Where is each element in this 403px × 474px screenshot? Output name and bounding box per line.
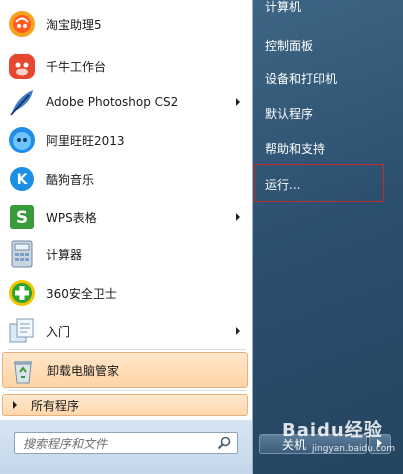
program-kugou[interactable]: K 酷狗音乐: [2, 161, 248, 197]
program-label: 千牛工作台: [46, 59, 107, 74]
program-label: 卸载电脑管家: [47, 363, 120, 378]
run-highlight-box: [254, 164, 384, 202]
program-uninstall-pc-manager[interactable]: 卸载电脑管家: [2, 352, 248, 388]
right-item-control-panel[interactable]: 控制面板: [259, 33, 389, 57]
right-item-devices-printers[interactable]: 设备和打印机: [259, 66, 389, 90]
program-label: Adobe Photoshop CS2: [46, 95, 179, 109]
right-item-default-programs[interactable]: 默认程序: [259, 101, 389, 125]
program-label: 入门: [46, 324, 71, 339]
program-wps-spreadsheet[interactable]: S WPS表格: [2, 199, 248, 235]
submenu-arrow-icon[interactable]: [236, 327, 240, 335]
shutdown-options-button[interactable]: [369, 434, 391, 454]
right-item-help-support[interactable]: 帮助和支持: [259, 136, 389, 160]
program-label: 阿里旺旺2013: [46, 133, 125, 148]
program-label: WPS表格: [46, 210, 97, 225]
calculator-icon: [6, 238, 38, 270]
program-photoshop[interactable]: Adobe Photoshop CS2: [2, 84, 248, 120]
start-menu-programs-panel: 淘宝助理5 千牛工作台 Adobe Photoshop CS2 阿里旺旺2013…: [0, 0, 253, 474]
getting-started-icon: [6, 315, 38, 347]
qianniu-icon: [6, 50, 38, 82]
recycle-bin-icon: [7, 354, 39, 386]
search-placeholder: 搜索程序和文件: [23, 436, 108, 451]
program-qianniu[interactable]: 千牛工作台: [2, 48, 248, 84]
360-security-icon: [6, 277, 38, 309]
shutdown-label: 关机: [282, 437, 307, 452]
divider: [8, 349, 246, 350]
photoshop-feather-icon: [6, 86, 38, 118]
taobao-assistant-icon: [6, 8, 38, 40]
program-taobao-assistant[interactable]: 淘宝助理5: [2, 6, 248, 42]
aliwangwang-icon: [6, 124, 38, 156]
submenu-arrow-icon[interactable]: [236, 213, 240, 221]
program-label: 360安全卫士: [46, 286, 117, 301]
wps-spreadsheet-icon: S: [6, 201, 38, 233]
search-icon[interactable]: [215, 434, 233, 452]
program-label: 计算器: [46, 247, 83, 262]
search-input[interactable]: 搜索程序和文件: [14, 432, 238, 454]
program-label: 淘宝助理5: [46, 17, 102, 32]
shutdown-button[interactable]: 关机: [259, 434, 367, 454]
kugou-icon: K: [6, 163, 38, 195]
right-item-computer[interactable]: 计算机: [259, 0, 389, 18]
chevron-right-icon: [376, 437, 384, 451]
all-programs-button[interactable]: 所有程序: [2, 394, 248, 416]
program-360-security[interactable]: 360安全卫士: [2, 275, 248, 311]
svg-text:K: K: [17, 172, 29, 188]
program-aliwangwang[interactable]: 阿里旺旺2013: [2, 122, 248, 158]
all-programs-label: 所有程序: [31, 398, 80, 413]
program-label: 酷狗音乐: [46, 172, 95, 187]
program-calculator[interactable]: 计算器: [2, 236, 248, 272]
program-getting-started[interactable]: 入门: [2, 313, 248, 349]
expand-arrow-icon: [13, 401, 17, 409]
submenu-arrow-icon[interactable]: [236, 98, 240, 106]
divider: [8, 390, 246, 391]
svg-text:S: S: [16, 208, 28, 228]
